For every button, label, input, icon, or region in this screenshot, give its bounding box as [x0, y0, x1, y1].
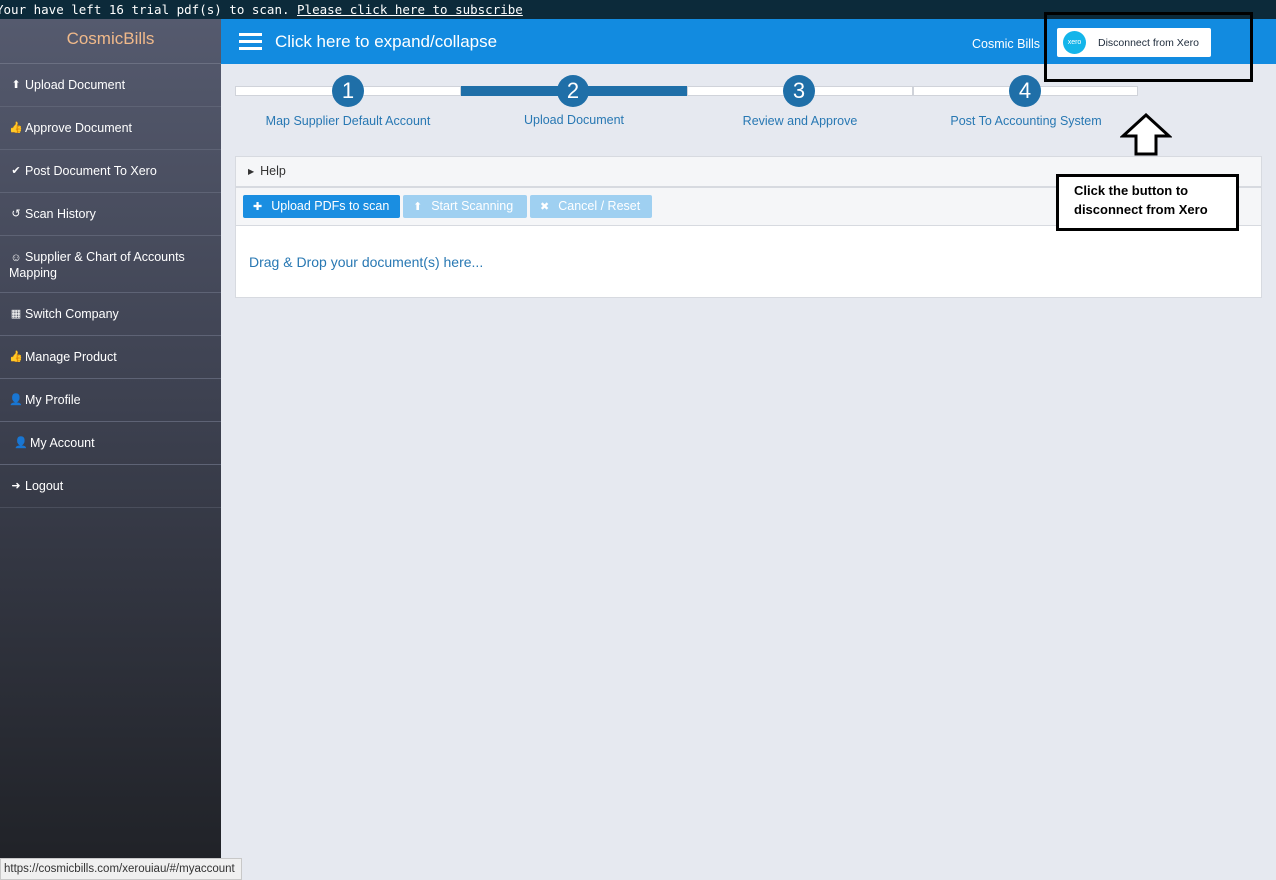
wizard-step-1-label[interactable]: Map Supplier Default Account	[235, 114, 461, 128]
user-icon: 👤	[9, 394, 23, 406]
sidebar-item-label: Approve Document	[25, 121, 133, 135]
start-scanning-button[interactable]: ⬆ Start Scanning	[403, 195, 527, 218]
upload-pdfs-button[interactable]: ✚ Upload PDFs to scan	[243, 195, 400, 218]
help-toggle[interactable]: ▶ Help	[248, 164, 286, 178]
wizard-step-2-label[interactable]: Upload Document	[461, 113, 687, 127]
wizard-step-3-label[interactable]: Review and Approve	[687, 114, 913, 128]
cancel-reset-label: Cancel / Reset	[558, 199, 641, 213]
sign-out-icon: ➜	[11, 480, 21, 492]
annotation-callout: Click the button to disconnect from Xero	[1056, 174, 1239, 231]
sidebar-item-my-profile[interactable]: 👤 My Profile	[0, 379, 221, 422]
sidebar-nav: ⬆ Upload Document 👍 Approve Document ✔ P…	[0, 64, 221, 508]
wizard-step-3-circle[interactable]: 3	[783, 75, 815, 107]
sidebar-item-switch-company[interactable]: ▦ Switch Company	[0, 293, 221, 336]
trial-message: Your have left 16 trial pdf(s) to scan.	[0, 2, 290, 17]
upload-icon: ⬆	[11, 79, 21, 91]
sidebar-item-label: Manage Product	[25, 350, 117, 364]
progress-wizard: 1 2 3 4 Map Supplier Default Account Upl…	[235, 74, 1138, 134]
plus-icon: ✚	[253, 201, 263, 213]
wizard-step-4-circle[interactable]: 4	[1009, 75, 1041, 107]
user-circle-icon: ☺	[10, 252, 22, 264]
sidebar-item-upload-document[interactable]: ⬆ Upload Document	[0, 64, 221, 107]
sidebar: CosmicBills ⬆ Upload Document 👍 Approve …	[0, 19, 221, 880]
sidebar-item-approve-document[interactable]: 👍 Approve Document	[0, 107, 221, 150]
browser-status-url: https://cosmicbills.com/xerouiau/#/myacc…	[0, 858, 242, 880]
caret-right-icon: ▶	[248, 167, 255, 176]
history-icon: ↺	[11, 208, 21, 220]
sidebar-item-label: My Profile	[25, 393, 81, 407]
sidebar-item-post-document[interactable]: ✔ Post Document To Xero	[0, 150, 221, 193]
sidebar-item-logout[interactable]: ➜ Logout	[0, 465, 221, 508]
subscribe-link[interactable]: Please click here to subscribe	[297, 2, 523, 17]
sidebar-item-label: Supplier & Chart of Accounts Mapping	[9, 250, 185, 280]
help-label: Help	[260, 164, 286, 178]
user-icon: 👤	[14, 437, 28, 449]
sidebar-item-scan-history[interactable]: ↺ Scan History	[0, 193, 221, 236]
upload-icon: ⬆	[413, 201, 423, 213]
check-circle-icon: ✔	[11, 165, 21, 177]
wizard-step-1-circle[interactable]: 1	[332, 75, 364, 107]
upload-pdfs-label: Upload PDFs to scan	[271, 199, 390, 213]
sidebar-item-label: Switch Company	[25, 307, 119, 321]
sidebar-item-label: Post Document To Xero	[25, 164, 157, 178]
thumbs-up-icon: 👍	[9, 122, 23, 134]
close-icon: ✖	[540, 201, 550, 213]
wizard-step-2-circle[interactable]: 2	[557, 75, 589, 107]
building-icon: ▦	[10, 308, 22, 320]
hamburger-menu-icon[interactable]	[239, 33, 262, 51]
start-scanning-label: Start Scanning	[431, 199, 514, 213]
drop-zone[interactable]: Drag & Drop your document(s) here...	[249, 254, 483, 270]
expand-collapse-toggle[interactable]: Click here to expand/collapse	[275, 32, 497, 52]
sidebar-item-manage-product[interactable]: 👍 Manage Product	[0, 336, 221, 379]
company-name: Cosmic Bills	[972, 37, 1041, 51]
brand-logo[interactable]: CosmicBills	[0, 19, 221, 64]
cancel-reset-button[interactable]: ✖ Cancel / Reset	[530, 195, 652, 218]
wizard-step-4-label[interactable]: Post To Accounting System	[913, 114, 1139, 128]
sidebar-item-label: Upload Document	[25, 78, 126, 92]
sidebar-item-label: Logout	[25, 479, 64, 493]
sidebar-item-my-account[interactable]: 👤 My Account	[0, 422, 221, 465]
thumbs-up-icon: 👍	[9, 351, 23, 363]
sidebar-item-supplier-mapping[interactable]: ☺ Supplier & Chart of Accounts Mapping	[0, 236, 221, 293]
annotation-arrow-up-icon	[1120, 113, 1172, 156]
sidebar-item-label: My Account	[30, 436, 95, 450]
sidebar-item-label: Scan History	[25, 207, 96, 221]
annotation-highlight-box	[1044, 12, 1253, 82]
